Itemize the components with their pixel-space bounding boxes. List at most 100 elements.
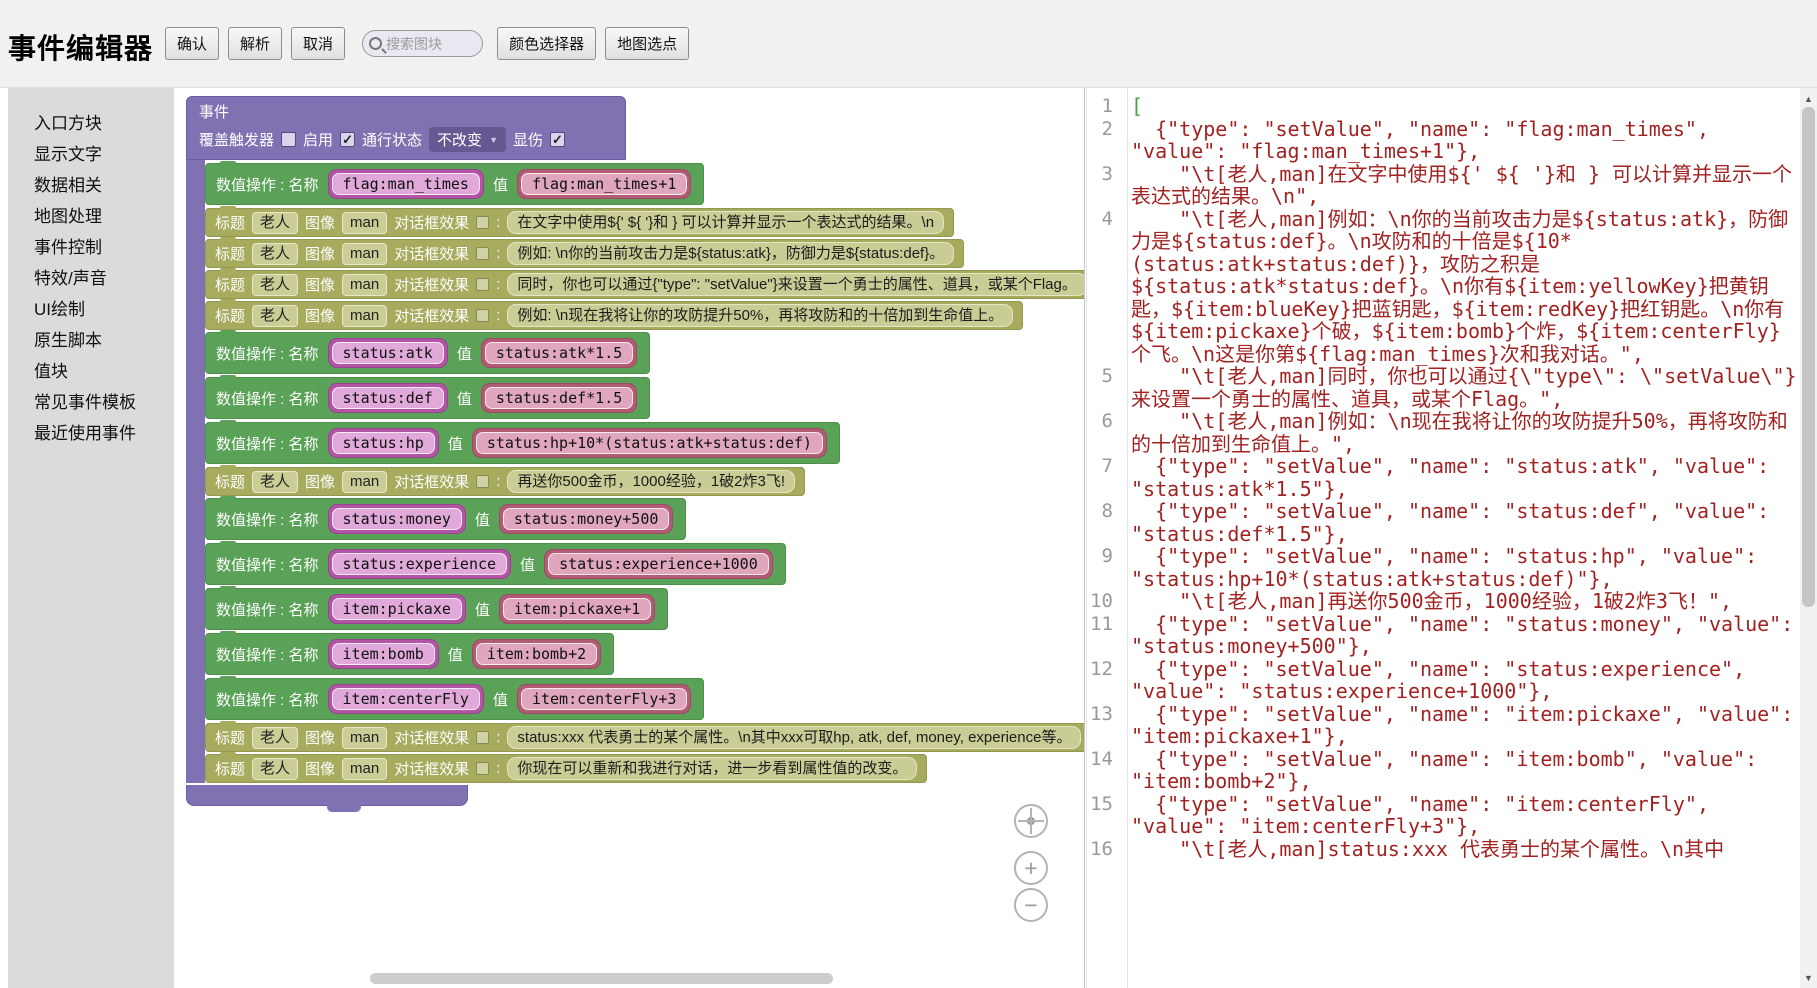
speaker-chip[interactable]: 老人 [252,758,298,780]
text-field[interactable]: 你现在可以重新和我进行对话，进一步看到属性值的改变。 [507,757,917,780]
speaker-chip[interactable]: 老人 [252,727,298,749]
value-expr-slot[interactable]: status:experience+1000 [544,549,773,579]
image-chip[interactable]: man [342,212,387,234]
text-field[interactable]: 例如: \n你的当前攻击力是${status:atk}，防御力是${status… [507,242,954,265]
code-line[interactable]: 5 "\t[老人,man]同时，你也可以通过{\"type\": \"setVa… [1087,365,1800,410]
code-line[interactable]: 16 "\t[老人,man]status:xxx 代表勇士的某个属性。\n其中 [1087,838,1800,861]
show-text-block[interactable]: 标题老人图像man对话框效果:同时，你也可以通过{"type": "setVal… [205,270,1085,299]
value-expr-field[interactable]: status:hp+10*(status:atk+status:def) [476,432,823,454]
parse-button[interactable]: 解析 [228,27,282,60]
value-name-field[interactable]: item:pickaxe [332,598,462,620]
value-expr-slot[interactable]: status:atk*1.5 [481,338,637,368]
speaker-chip[interactable]: 老人 [252,471,298,493]
sidebar-item-入口方块[interactable]: 入口方块 [8,108,174,139]
value-name-field[interactable]: status:hp [332,432,435,454]
value-name-slot[interactable]: status:atk [328,338,448,368]
zoom-reset-button[interactable] [1014,804,1048,838]
value-expr-field[interactable]: item:bomb+2 [476,643,597,665]
zoom-out-button[interactable]: − [1014,888,1048,922]
search-box[interactable] [362,30,483,57]
zoom-in-button[interactable]: + [1014,851,1048,885]
event-block[interactable]: 事件 覆盖触发器 启用 ✓ 通行状态 不改变 ▼ 显伤 ✓ 数值操作 : 名称f… [186,96,1085,806]
value-expr-field[interactable]: status:def*1.5 [485,387,633,409]
value-expr-slot[interactable]: status:money+500 [499,504,674,534]
dialog-effect-checkbox[interactable] [476,216,489,229]
sidebar-item-常见事件模板[interactable]: 常见事件模板 [8,387,174,418]
show-damage-checkbox[interactable]: ✓ [550,132,565,147]
text-field[interactable]: status:xxx 代表勇士的某个属性。\n其中xxx可取hp, atk, d… [507,726,1081,749]
code-line[interactable]: 9 {"type": "setValue", "name": "status:h… [1087,545,1800,590]
value-name-field[interactable]: status:experience [332,553,508,575]
set-value-block[interactable]: 数值操作 : 名称item:bomb值item:bomb+2 [205,633,614,675]
image-chip[interactable]: man [342,471,387,493]
text-field[interactable]: 例如: \n现在我将让你的攻防提升50%，再将攻防和的十倍加到生命值上。 [507,304,1013,327]
value-expr-field[interactable]: item:centerFly+3 [521,688,688,710]
value-name-field[interactable]: status:money [332,508,462,530]
set-value-block[interactable]: 数值操作 : 名称item:centerFly值item:centerFly+3 [205,678,704,720]
code-line[interactable]: 14 {"type": "setValue", "name": "item:bo… [1087,748,1800,793]
value-name-field[interactable]: status:atk [332,342,444,364]
sidebar-item-事件控制[interactable]: 事件控制 [8,232,174,263]
sidebar-item-原生脚本[interactable]: 原生脚本 [8,325,174,356]
sidebar-item-最近使用事件[interactable]: 最近使用事件 [8,418,174,449]
value-name-field[interactable]: item:centerFly [332,688,480,710]
dialog-effect-checkbox[interactable] [476,309,489,322]
sidebar-item-UI绘制[interactable]: UI绘制 [8,294,174,325]
speaker-chip[interactable]: 老人 [252,305,298,327]
show-text-block[interactable]: 标题老人图像man对话框效果:再送你500金币，1000经验，1破2炸3飞! [205,467,805,496]
value-name-slot[interactable]: status:experience [328,549,512,579]
value-name-slot[interactable]: item:pickaxe [328,594,466,624]
image-chip[interactable]: man [342,758,387,780]
value-expr-field[interactable]: status:money+500 [503,508,670,530]
code-line[interactable]: 1[ [1087,95,1800,118]
value-name-slot[interactable]: item:bomb [328,639,439,669]
image-chip[interactable]: man [342,274,387,296]
dialog-effect-checkbox[interactable] [476,247,489,260]
scroll-up-arrow-icon[interactable]: ▲ [1800,90,1817,107]
code-line[interactable]: 7 {"type": "setValue", "name": "status:a… [1087,455,1800,500]
set-value-block[interactable]: 数值操作 : 名称flag:man_times值flag:man_times+1 [205,163,704,205]
code-line[interactable]: 12 {"type": "setValue", "name": "status:… [1087,658,1800,703]
value-expr-field[interactable]: status:atk*1.5 [485,342,633,364]
value-expr-slot[interactable]: status:def*1.5 [481,383,637,413]
show-text-block[interactable]: 标题老人图像man对话框效果:例如: \n现在我将让你的攻防提升50%，再将攻防… [205,301,1023,330]
code-line[interactable]: 2 {"type": "setValue", "name": "flag:man… [1087,118,1800,163]
horizontal-scrollbar[interactable] [370,973,833,984]
speaker-chip[interactable]: 老人 [252,243,298,265]
show-text-block[interactable]: 标题老人图像man对话框效果:status:xxx 代表勇士的某个属性。\n其中… [205,723,1085,752]
code-line[interactable]: 8 {"type": "setValue", "name": "status:d… [1087,500,1800,545]
code-line[interactable]: 4 "\t[老人,man]例如：\n你的当前攻击力是${status:atk}，… [1087,208,1800,366]
pass-status-dropdown[interactable]: 不改变 ▼ [429,127,506,152]
value-name-field[interactable]: item:bomb [332,643,435,665]
dialog-effect-checkbox[interactable] [476,475,489,488]
block-workspace[interactable]: 事件 覆盖触发器 启用 ✓ 通行状态 不改变 ▼ 显伤 ✓ 数值操作 : 名称f… [174,88,1085,988]
show-text-block[interactable]: 标题老人图像man对话框效果:例如: \n你的当前攻击力是${status:at… [205,239,964,268]
cancel-button[interactable]: 取消 [291,27,345,60]
image-chip[interactable]: man [342,727,387,749]
text-field[interactable]: 同时，你也可以通过{"type": "setValue"}来设置一个勇士的属性、… [507,273,1085,296]
code-line[interactable]: 15 {"type": "setValue", "name": "item:ce… [1087,793,1800,838]
set-value-block[interactable]: 数值操作 : 名称item:pickaxe值item:pickaxe+1 [205,588,668,630]
code-line[interactable]: 13 {"type": "setValue", "name": "item:pi… [1087,703,1800,748]
value-name-slot[interactable]: status:money [328,504,466,534]
speaker-chip[interactable]: 老人 [252,274,298,296]
show-text-block[interactable]: 标题老人图像man对话框效果:你现在可以重新和我进行对话，进一步看到属性值的改变… [205,754,927,783]
set-value-block[interactable]: 数值操作 : 名称status:hp值status:hp+10*(status:… [205,422,840,464]
enable-checkbox[interactable]: ✓ [340,132,355,147]
value-expr-field[interactable]: flag:man_times+1 [521,173,688,195]
value-name-slot[interactable]: flag:man_times [328,169,484,199]
value-expr-slot[interactable]: item:centerFly+3 [517,684,692,714]
value-name-slot[interactable]: item:centerFly [328,684,484,714]
value-expr-field[interactable]: item:pickaxe+1 [503,598,651,620]
code-line[interactable]: 10 "\t[老人,man]再送你500金币，1000经验，1破2炸3飞！", [1087,590,1800,613]
sidebar-item-特效/声音[interactable]: 特效/声音 [8,263,174,294]
dialog-effect-checkbox[interactable] [476,278,489,291]
set-value-block[interactable]: 数值操作 : 名称status:experience值status:experi… [205,543,786,585]
event-block-header[interactable]: 事件 覆盖触发器 启用 ✓ 通行状态 不改变 ▼ 显伤 ✓ [186,96,626,160]
text-field[interactable]: 再送你500金币，1000经验，1破2炸3飞! [507,470,795,493]
code-line[interactable]: 6 "\t[老人,man]例如：\n现在我将让你的攻防提升50%，再将攻防和的十… [1087,410,1800,455]
code-line[interactable]: 11 {"type": "setValue", "name": "status:… [1087,613,1800,658]
map-point-button[interactable]: 地图选点 [605,27,689,60]
set-value-block[interactable]: 数值操作 : 名称status:def值status:def*1.5 [205,377,650,419]
scroll-down-arrow-icon[interactable]: ▼ [1800,969,1817,986]
